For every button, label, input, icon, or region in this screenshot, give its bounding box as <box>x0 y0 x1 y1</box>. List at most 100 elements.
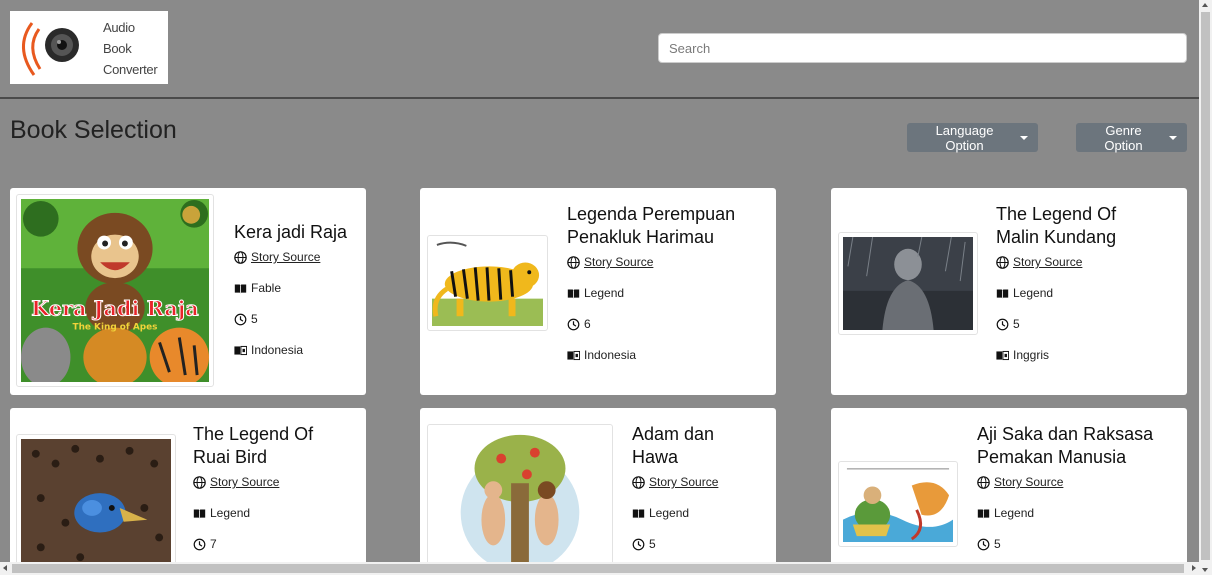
book-title: The Legend Of Ruai Bird <box>193 424 314 467</box>
duration-row: 5 <box>977 536 1153 552</box>
genre-label: Legend <box>649 506 690 520</box>
book-icon <box>567 288 580 298</box>
duration-label: 6 <box>584 317 591 331</box>
clock-icon <box>234 313 247 325</box>
genre-label: Legend <box>994 506 1035 520</box>
duration-row: 5 <box>996 316 1116 332</box>
header: Audio Book Converter <box>0 0 1199 99</box>
globe-icon <box>234 250 247 264</box>
search-input[interactable] <box>658 33 1187 63</box>
horizontal-scroll-thumb[interactable] <box>12 564 1184 573</box>
cover-ruai-image <box>21 439 171 568</box>
cover-ajisaka-image <box>843 466 953 542</box>
book-card[interactable]: Kera Jadi Raja The King of Apes Kera jad… <box>10 188 366 395</box>
book-info: Legenda Perempuan Penakluk Harimau Story… <box>567 203 735 363</box>
duration-row: 5 <box>632 536 718 552</box>
book-icon <box>193 508 206 518</box>
book-card[interactable]: Legenda Perempuan Penakluk Harimau Story… <box>420 188 776 395</box>
duration-label: 5 <box>649 537 656 551</box>
book-icon <box>977 508 990 518</box>
book-card[interactable]: The Legend Of Ruai Bird Story Source Leg… <box>10 408 366 568</box>
page-title: Book Selection <box>10 116 177 144</box>
language-row: Indonesia <box>234 342 347 358</box>
scroll-left-icon[interactable] <box>3 565 7 571</box>
cover-kera-image: Kera Jadi Raja The King of Apes <box>21 199 209 382</box>
book-card[interactable]: Adam dan Hawa Story Source Legend 5 <box>420 408 776 568</box>
source-row: Story Source <box>234 249 347 265</box>
clock-icon <box>567 318 580 330</box>
duration-row: 5 <box>234 311 347 327</box>
story-source-link[interactable]: Story Source <box>994 475 1063 489</box>
language-row: Indonesia <box>567 347 735 363</box>
duration-label: 5 <box>251 312 258 326</box>
language-label: Indonesia <box>584 348 637 362</box>
book-info: The Legend Of Malin Kundang Story Source… <box>996 203 1116 363</box>
genre-label: Legend <box>1013 286 1054 300</box>
vertical-scrollbar[interactable] <box>1199 0 1212 575</box>
scroll-right-icon[interactable] <box>1192 565 1196 571</box>
logo[interactable]: Audio Book Converter <box>10 11 168 84</box>
genre-label: Fable <box>251 281 282 295</box>
book-info: Adam dan Hawa Story Source Legend 5 <box>632 423 718 552</box>
book-cover[interactable]: Kera Jadi Raja The King of Apes <box>16 194 214 387</box>
vertical-scroll-thumb[interactable] <box>1201 12 1210 560</box>
genre-row: Legend <box>996 285 1116 301</box>
globe-icon <box>567 255 580 269</box>
book-title: The Legend Of Malin Kundang <box>996 204 1117 247</box>
horizontal-scrollbar[interactable] <box>0 562 1199 575</box>
language-dropdown[interactable]: Language Option <box>907 122 1038 153</box>
clock-icon <box>996 318 1009 330</box>
book-icon <box>632 508 645 518</box>
genre-row: Legend <box>977 505 1153 521</box>
globe-icon <box>977 475 990 489</box>
genre-row: Legend <box>632 505 718 521</box>
story-source-link[interactable]: Story Source <box>584 255 653 269</box>
book-card[interactable]: Aji Saka dan Raksasa Pemakan Manusia Sto… <box>831 408 1187 568</box>
clock-icon <box>632 538 645 550</box>
source-row: Story Source <box>567 254 735 270</box>
svg-text:Kera Jadi Raja: Kera Jadi Raja <box>31 296 199 321</box>
globe-icon <box>193 475 206 489</box>
book-title: Kera jadi Raja <box>234 222 348 242</box>
genre-label: Legend <box>584 286 625 300</box>
genre-row: Legend <box>567 285 735 301</box>
translate-icon <box>567 350 580 360</box>
language-row: Inggris <box>996 347 1116 363</box>
source-row: Story Source <box>193 474 313 490</box>
duration-label: 5 <box>1013 317 1020 331</box>
logo-text: Audio Book Converter <box>103 20 158 77</box>
cover-tiger-image <box>432 240 543 326</box>
duration-row: 7 <box>193 536 313 552</box>
story-source-link[interactable]: Story Source <box>210 475 279 489</box>
cover-malin-image <box>843 237 973 330</box>
genre-dropdown-label: Genre Option <box>1104 122 1143 153</box>
genre-label: Legend <box>210 506 251 520</box>
svg-text:The King of Apes: The King of Apes <box>73 323 158 333</box>
caret-down-icon <box>1169 135 1177 140</box>
book-cover[interactable] <box>838 461 958 547</box>
book-title: Adam dan Hawa <box>632 424 715 467</box>
scroll-up-icon[interactable] <box>1202 3 1208 7</box>
story-source-link[interactable]: Story Source <box>649 475 718 489</box>
book-card[interactable]: The Legend Of Malin Kundang Story Source… <box>831 188 1187 395</box>
book-info: Aji Saka dan Raksasa Pemakan Manusia Sto… <box>977 423 1153 552</box>
book-info: Kera jadi Raja Story Source Fable 5 Indo… <box>234 221 347 358</box>
story-source-link[interactable]: Story Source <box>1013 255 1082 269</box>
language-dropdown-label: Language Option <box>935 122 994 153</box>
language-label: Indonesia <box>251 343 304 357</box>
book-info: The Legend Of Ruai Bird Story Source Leg… <box>193 423 313 552</box>
book-cover[interactable] <box>427 424 613 568</box>
duration-label: 5 <box>994 537 1001 551</box>
book-title: Legenda Perempuan Penakluk Harimau <box>567 204 736 247</box>
genre-dropdown[interactable]: Genre Option <box>1076 122 1187 153</box>
source-row: Story Source <box>977 474 1153 490</box>
duration-row: 6 <box>567 316 735 332</box>
scroll-down-icon[interactable] <box>1202 568 1208 572</box>
book-cover[interactable] <box>838 232 978 335</box>
story-source-link[interactable]: Story Source <box>251 250 320 264</box>
book-cover[interactable] <box>16 434 176 568</box>
cover-adam-image <box>432 429 608 568</box>
book-cover[interactable] <box>427 235 548 331</box>
globe-icon <box>996 255 1009 269</box>
book-title: Aji Saka dan Raksasa Pemakan Manusia <box>977 424 1154 467</box>
